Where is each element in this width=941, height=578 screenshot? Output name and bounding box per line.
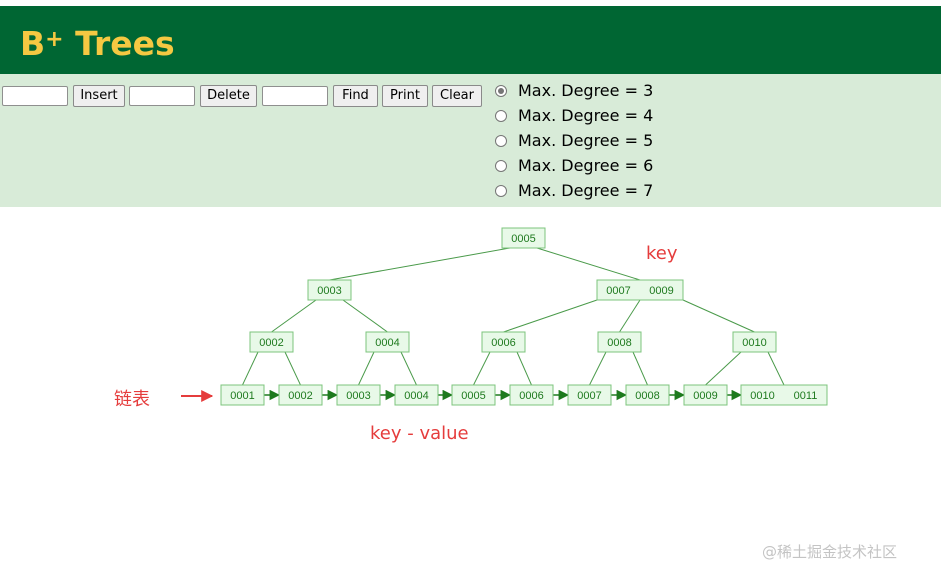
leaf-node: 0003 [336,384,381,406]
key-value-annotation: key - value [370,423,469,444]
node-key: 0006 [491,337,515,349]
tree-edge [473,351,491,386]
node-key: 0009 [649,285,673,297]
node-key: 0007 [606,285,630,297]
leaf-node: 0010 0011 [740,384,828,406]
tree-node: 0010 [732,331,777,353]
leaf-node: 0004 [394,384,439,406]
watermark: @稀土掘金技术社区 [762,543,898,561]
node-key: 0002 [259,337,283,349]
tree-node: 0007 0009 [596,279,684,301]
node-key: 0011 [794,390,818,402]
tree-edge [271,299,317,333]
leaf-node: 0005 [451,384,496,406]
tree-edge [400,351,417,386]
tree-edge [589,351,607,386]
tree-edge [767,351,785,386]
node-key: 0007 [577,390,601,402]
linked-list-annotation: 链表 [114,389,150,410]
tree-edge [503,299,598,333]
tree-nodes: 0005 0003 0007 0009 0002 0004 0006 0008 0010 0001… [220,227,828,406]
tree-edge [705,351,742,386]
node-key: 0010 [742,337,766,349]
tree-node: 0005 [501,227,546,249]
tree-edge [358,351,375,386]
leaf-node: 0008 [625,384,670,406]
node-key: 0005 [511,233,535,245]
node-key: 0005 [461,390,485,402]
tree-node: 0008 [597,331,642,353]
node-key: 0006 [519,390,543,402]
leaf-node: 0009 [683,384,728,406]
leaf-node: 0001 [220,384,265,406]
bplus-tree-canvas: 0005 0003 0007 0009 0002 0004 0006 0008 0010 0001… [181,227,828,406]
tree-edge [682,299,755,333]
node-key: 0010 [750,390,774,402]
tree-edges [242,247,785,386]
tree-edge [536,247,641,281]
tree-node: 0002 [249,331,294,353]
tree-edge [284,351,301,386]
node-key: 0004 [375,337,399,349]
node-key: 0003 [346,390,370,402]
leaf-node: 0007 [567,384,612,406]
node-key: 0003 [317,285,341,297]
tree-edge [242,351,259,386]
node-key: 0008 [635,390,659,402]
node-key: 0008 [607,337,631,349]
tree-edge [619,299,641,333]
tree-edge [342,299,388,333]
tree-edge [632,351,648,386]
node-key: 0004 [404,390,428,402]
tree-node: 0003 [307,279,352,301]
tree-edge [516,351,532,386]
node-key: 0001 [230,390,254,402]
leaf-node: 0006 [509,384,554,406]
tree-node: 0006 [481,331,526,353]
tree-edge [329,247,511,281]
leaf-node: 0002 [278,384,323,406]
tree-node: 0004 [365,331,410,353]
node-key: 0002 [288,390,312,402]
key-annotation: key [646,243,678,264]
node-key: 0009 [693,390,717,402]
